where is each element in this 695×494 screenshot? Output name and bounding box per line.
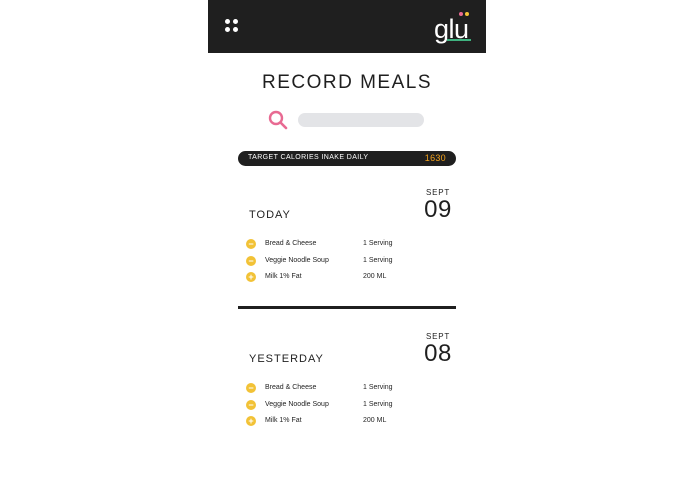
day-date: 09 — [424, 196, 452, 223]
target-calories-bar: TARGET CALORIES INAKE DAILY 1630 — [238, 151, 456, 166]
minus-circle-icon[interactable]: − — [246, 239, 256, 249]
search-input[interactable] — [298, 113, 424, 127]
day-section-today: SEPT 09 TODAY − Bread & Cheese 1 Serving… — [208, 186, 486, 296]
day-date: 08 — [424, 340, 452, 367]
target-calories-label: TARGET CALORIES INAKE DAILY — [248, 154, 369, 161]
minus-circle-icon[interactable]: − — [246, 400, 256, 410]
meal-quantity: 1 Serving — [363, 401, 393, 408]
meal-name: Bread & Cheese — [265, 384, 317, 391]
glu-logo: glu — [434, 12, 474, 46]
meal-quantity: 1 Serving — [363, 240, 393, 247]
minus-circle-icon[interactable]: − — [246, 383, 256, 393]
meal-item: − Veggie Noodle Soup 1 Serving — [246, 256, 446, 268]
meal-item: − Bread & Cheese 1 Serving — [246, 239, 446, 251]
meal-name: Milk 1% Fat — [265, 417, 302, 424]
section-divider — [238, 306, 456, 309]
day-section-yesterday: SEPT 08 YESTERDAY − Bread & Cheese 1 Ser… — [208, 330, 486, 440]
plus-circle-icon[interactable]: + — [246, 272, 256, 282]
day-label: TODAY — [249, 209, 291, 221]
top-bar: glu — [208, 0, 486, 53]
meal-quantity: 1 Serving — [363, 257, 393, 264]
page-title: RECORD MEALS — [261, 72, 433, 93]
meal-item: + Milk 1% Fat 200 ML — [246, 416, 446, 428]
meal-quantity: 1 Serving — [363, 384, 393, 391]
meal-item: − Bread & Cheese 1 Serving — [246, 383, 446, 395]
app-screen: glu RECORD MEALS TARGET CALORIES INAKE D… — [208, 0, 486, 494]
search-icon[interactable] — [268, 110, 288, 130]
meal-quantity: 200 ML — [363, 273, 387, 280]
meal-item: + Milk 1% Fat 200 ML — [246, 272, 446, 284]
plus-circle-icon[interactable]: + — [246, 416, 256, 426]
meal-name: Veggie Noodle Soup — [265, 257, 329, 264]
minus-circle-icon[interactable]: − — [246, 256, 256, 266]
meal-name: Milk 1% Fat — [265, 273, 302, 280]
meal-name: Bread & Cheese — [265, 240, 317, 247]
meal-item: − Veggie Noodle Soup 1 Serving — [246, 400, 446, 412]
grid-dots-icon[interactable] — [225, 19, 241, 35]
target-calories-value: 1630 — [424, 153, 446, 163]
logo-dot-pink — [459, 12, 463, 16]
logo-dot-yellow — [465, 12, 469, 16]
meal-quantity: 200 ML — [363, 417, 387, 424]
meal-name: Veggie Noodle Soup — [265, 401, 329, 408]
day-label: YESTERDAY — [249, 353, 324, 365]
logo-underline — [447, 39, 471, 41]
